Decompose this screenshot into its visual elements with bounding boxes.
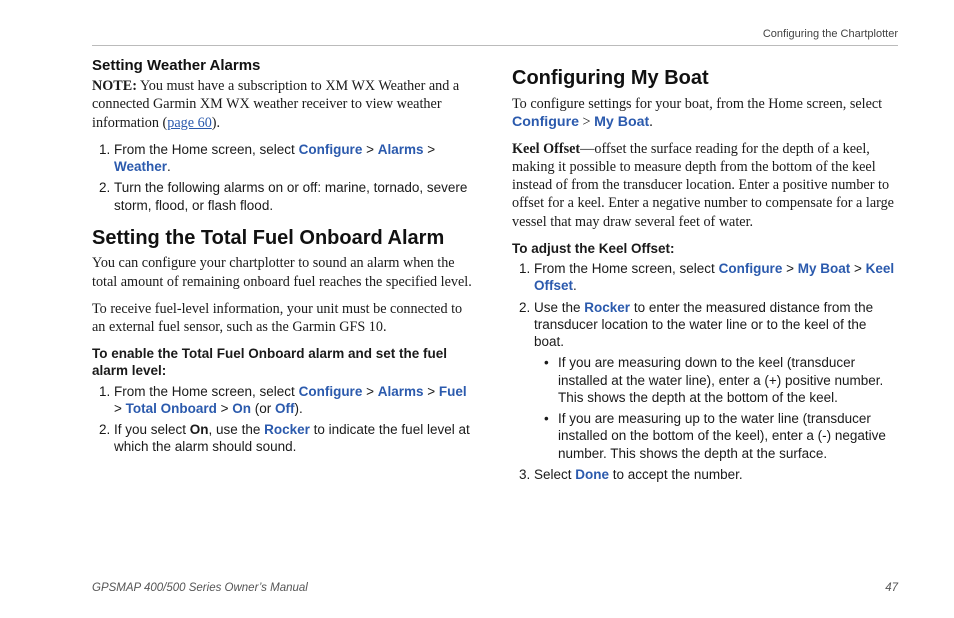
nav-configure: Configure xyxy=(299,384,363,399)
sep: > xyxy=(850,261,865,276)
weather-note: NOTE: You must have a subscription to XM… xyxy=(92,77,478,132)
step-text: , use the xyxy=(209,422,265,437)
sep: > xyxy=(424,142,436,157)
nav-configure: Configure xyxy=(299,142,363,157)
step-text: to accept the number. xyxy=(609,467,743,482)
weather-step-2: Turn the following alarms on or off: mar… xyxy=(114,179,478,214)
sep: > xyxy=(217,401,232,416)
period: . xyxy=(649,114,653,130)
page-number: 47 xyxy=(885,582,898,594)
fuel-steps-title: To enable the Total Fuel Onboard alarm a… xyxy=(92,345,478,380)
manual-page: Configuring the Chartplotter Setting Wea… xyxy=(0,0,954,618)
nav-configure: Configure xyxy=(512,114,579,130)
on-label: On xyxy=(190,422,209,437)
sep: > xyxy=(362,142,377,157)
body-columns: Setting Weather Alarms NOTE: You must ha… xyxy=(92,54,898,568)
page-footer: GPSMAP 400/500 Series Owner’s Manual 47 xyxy=(92,582,898,594)
keel-bullet-positive: If you are measuring down to the keel (t… xyxy=(548,354,898,406)
keel-offset-label: Keel Offset xyxy=(512,141,580,157)
done-label: Done xyxy=(575,467,609,482)
note-body-a: You must have a subscription to XM WX We… xyxy=(92,78,459,130)
keel-steps: From the Home screen, select Configure >… xyxy=(512,260,898,483)
period: . xyxy=(573,278,577,293)
step-text: Use the xyxy=(534,300,584,315)
fuel-step-1: From the Home screen, select Configure >… xyxy=(114,383,478,418)
page-60-link[interactable]: page 60 xyxy=(167,115,212,131)
weather-step-1: From the Home screen, select Configure >… xyxy=(114,141,478,176)
step-text: From the Home screen, select xyxy=(534,261,719,276)
running-header: Configuring the Chartplotter xyxy=(763,28,898,40)
nav-my-boat: My Boat xyxy=(594,114,649,130)
weather-steps: From the Home screen, select Configure >… xyxy=(92,141,478,214)
sep: > xyxy=(114,401,126,416)
or-text: (or xyxy=(251,401,275,416)
nav-alarms: Alarms xyxy=(378,384,424,399)
heading-weather-alarms: Setting Weather Alarms xyxy=(92,56,478,75)
intro-text: To configure settings for your boat, fro… xyxy=(512,96,882,112)
fuel-step-2: If you select On, use the Rocker to indi… xyxy=(114,421,478,456)
manual-title: GPSMAP 400/500 Series Owner’s Manual xyxy=(92,582,308,594)
nav-alarms: Alarms xyxy=(378,142,424,157)
header-rule xyxy=(92,45,898,46)
rocker-label: Rocker xyxy=(264,422,310,437)
keel-sub-bullets: If you are measuring down to the keel (t… xyxy=(534,354,898,462)
keel-offset-desc: Keel Offset—offset the surface reading f… xyxy=(512,140,898,231)
period: ). xyxy=(295,401,303,416)
keel-bullet-negative: If you are measuring up to the water lin… xyxy=(548,410,898,462)
note-body-b: ). xyxy=(212,115,220,131)
nav-on: On xyxy=(232,401,251,416)
step-text: Select xyxy=(534,467,575,482)
keel-step-3: Select Done to accept the number. xyxy=(534,466,898,483)
myboat-intro: To configure settings for your boat, fro… xyxy=(512,95,898,131)
sep: > xyxy=(782,261,797,276)
step-text: From the Home screen, select xyxy=(114,384,299,399)
rocker-label: Rocker xyxy=(584,300,630,315)
fuel-steps: From the Home screen, select Configure >… xyxy=(92,383,478,456)
keel-step-2: Use the Rocker to enter the measured dis… xyxy=(534,299,898,462)
nav-weather: Weather xyxy=(114,159,167,174)
step-text: From the Home screen, select xyxy=(114,142,299,157)
period: . xyxy=(167,159,171,174)
keel-step-1: From the Home screen, select Configure >… xyxy=(534,260,898,295)
note-label: NOTE: xyxy=(92,78,137,94)
sep: > xyxy=(362,384,377,399)
nav-configure: Configure xyxy=(719,261,783,276)
nav-off: Off xyxy=(275,401,295,416)
nav-total-onboard: Total Onboard xyxy=(126,401,217,416)
fuel-p1: You can configure your chartplotter to s… xyxy=(92,254,478,290)
fuel-p2: To receive fuel-level information, your … xyxy=(92,300,478,336)
keel-steps-title: To adjust the Keel Offset: xyxy=(512,240,898,257)
nav-my-boat: My Boat xyxy=(798,261,851,276)
heading-my-boat: Configuring My Boat xyxy=(512,66,898,92)
sep: > xyxy=(424,384,439,399)
step-text: If you select xyxy=(114,422,190,437)
heading-fuel-alarm: Setting the Total Fuel Onboard Alarm xyxy=(92,226,478,252)
nav-fuel: Fuel xyxy=(439,384,467,399)
sep: > xyxy=(579,114,594,130)
